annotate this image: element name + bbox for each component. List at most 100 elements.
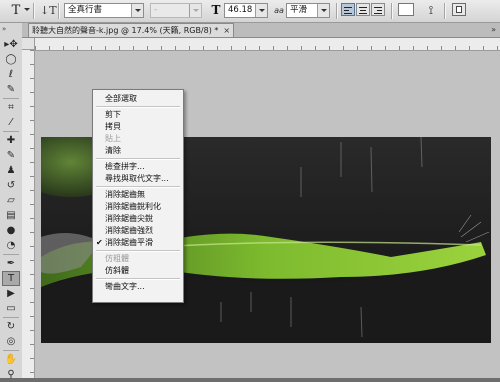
crop-tool-icon[interactable]: ⌗ (2, 100, 20, 115)
separator (33, 3, 35, 19)
document-tab[interactable]: 聆聽大自然的聲音-k.jpg @ 17.4% (天籟, RGB/8) * × (28, 23, 235, 37)
menu-item-label: 全部選取 (105, 94, 137, 103)
marquee-tool-icon[interactable]: ◯ (2, 52, 20, 67)
tab-overflow-icon[interactable]: » (491, 23, 496, 37)
type-tool-icon[interactable]: T (2, 271, 20, 286)
warp-text-icon[interactable]: ⟟ (423, 3, 439, 18)
quick-selection-tool-icon[interactable]: ✎ (2, 82, 20, 97)
menu-separator (96, 106, 180, 108)
menu-item[interactable]: 彎曲文字... (93, 281, 183, 292)
menu-item-label: 消除鋸齒平滑 (105, 238, 153, 247)
menu-item-label: 仿斜體 (105, 266, 129, 275)
lasso-tool-icon[interactable]: ℓ (2, 67, 20, 82)
menu-item-label: 貼上 (105, 134, 121, 143)
menu-item[interactable]: 仿斜體 (93, 265, 183, 276)
eraser-tool-icon[interactable]: ▱ (2, 193, 20, 208)
menu-item[interactable]: 仿粗體 (93, 253, 183, 264)
toolbox-grip[interactable]: » (2, 25, 20, 33)
dodge-tool-icon[interactable]: ◔ (2, 238, 20, 253)
separator (391, 3, 393, 19)
toolbox-separator (3, 131, 19, 132)
antialias-select[interactable]: 平滑 (286, 3, 330, 18)
healing-brush-tool-icon[interactable]: ✚ (2, 133, 20, 148)
toolbox: » ▸✥ ◯ ℓ ✎ ⌗ ⁄ ✚ ✎ ♟ ↺ ▱ ▤ ● ◔ ✒ T ▶ ▭ ↻ ◎ ✋ ⚲ (0, 23, 23, 380)
menu-separator (96, 278, 180, 280)
vertical-ruler[interactable] (22, 50, 35, 378)
menu-item-label: 仿粗體 (105, 254, 129, 263)
menu-separator (96, 186, 180, 188)
chevron-down-icon[interactable] (255, 4, 267, 17)
chevron-down-icon[interactable] (317, 4, 329, 17)
chevron-down-icon[interactable] (189, 4, 201, 17)
text-orientation-icon[interactable]: ↓T (40, 3, 57, 18)
gradient-tool-icon[interactable]: ▤ (2, 208, 20, 223)
menu-item-label: 消除鋸齒銳利化 (105, 202, 161, 211)
document-tab-bar: 聆聽大自然的聲音-k.jpg @ 17.4% (天籟, RGB/8) * × » (22, 23, 500, 38)
separator (58, 3, 60, 19)
menu-item-label: 消除鋸齒尖銳 (105, 214, 153, 223)
align-left-button[interactable] (341, 3, 355, 16)
menu-item-label: 尋找與取代文字... (105, 174, 169, 183)
menu-item[interactable]: 檢查拼字... (93, 161, 183, 172)
menu-item[interactable]: 剪下 (93, 109, 183, 120)
menu-item-label: 拷貝 (105, 122, 121, 131)
move-tool-icon[interactable]: ▸✥ (2, 37, 20, 52)
antialias-value: 平滑 (290, 5, 308, 15)
separator (336, 3, 338, 19)
eyedropper-tool-icon[interactable]: ⁄ (2, 115, 20, 130)
zoom-tool-icon[interactable]: ⚲ (2, 367, 20, 382)
menu-item[interactable]: 消除鋸齒強烈 (93, 225, 183, 236)
menu-item-label: 檢查拼字... (105, 162, 145, 171)
toolbox-separator (3, 98, 19, 99)
shape-tool-icon[interactable]: ▭ (2, 301, 20, 316)
menu-item[interactable]: 拷貝 (93, 121, 183, 132)
toolbox-separator (3, 317, 19, 318)
brush-tool-icon[interactable]: ✎ (2, 148, 20, 163)
menu-item-label: 消除鋸齒強烈 (105, 226, 153, 235)
menu-item[interactable]: 貼上 (93, 133, 183, 144)
text-color-swatch[interactable] (398, 3, 414, 16)
chevron-down-icon[interactable] (24, 8, 30, 11)
history-brush-tool-icon[interactable]: ↺ (2, 178, 20, 193)
menu-item[interactable]: 全部選取 (93, 93, 183, 104)
character-panel-icon[interactable] (452, 3, 466, 16)
ruler-origin[interactable] (22, 38, 35, 50)
antialias-icon: aa (274, 6, 284, 15)
font-size-select[interactable]: 46.18 點 (224, 3, 268, 18)
align-center-button[interactable] (356, 3, 370, 16)
menu-separator (96, 250, 180, 252)
options-bar: T ↓T 全真行書 - T 46.18 點 aa 平滑 ⟟ (0, 0, 500, 23)
clone-stamp-tool-icon[interactable]: ♟ (2, 163, 20, 178)
menu-item-label: 彎曲文字... (105, 282, 145, 291)
path-selection-tool-icon[interactable]: ▶ (2, 286, 20, 301)
separator (444, 3, 446, 19)
font-size-icon: T (211, 3, 221, 17)
close-icon[interactable]: × (223, 26, 230, 35)
context-menu: 全部選取剪下拷貝貼上清除檢查拼字... 尋找與取代文字... 消除鋸齒無消除鋸齒銳利… (92, 89, 184, 303)
menu-item[interactable]: 消除鋸齒尖銳 (93, 213, 183, 224)
hand-tool-icon[interactable]: ✋ (2, 352, 20, 367)
menu-item[interactable]: ✔ 消除鋸齒平滑 (93, 237, 183, 248)
type-tool-preset-icon[interactable]: T (6, 3, 26, 18)
checkmark-icon: ✔ (96, 238, 103, 247)
font-family-select[interactable]: 全真行書 (64, 3, 144, 18)
font-family-value: 全真行書 (68, 5, 103, 15)
horizontal-ruler[interactable] (35, 38, 500, 51)
menu-item[interactable]: 消除鋸齒無 (93, 189, 183, 200)
align-right-button[interactable] (371, 3, 385, 16)
menu-item[interactable]: 消除鋸齒銳利化 (93, 201, 183, 212)
3d-rotate-tool-icon[interactable]: ↻ (2, 319, 20, 334)
blur-tool-icon[interactable]: ● (2, 223, 20, 238)
chevron-down-icon[interactable] (131, 4, 143, 17)
menu-item-label: 清除 (105, 146, 121, 155)
3d-orbit-tool-icon[interactable]: ◎ (2, 334, 20, 349)
menu-item[interactable]: 清除 (93, 145, 183, 156)
menu-item-label: 消除鋸齒無 (105, 190, 145, 199)
pen-tool-icon[interactable]: ✒ (2, 256, 20, 271)
toolbox-separator (3, 350, 19, 351)
font-style-select[interactable]: - (150, 3, 202, 18)
font-style-value: - (154, 5, 158, 15)
menu-separator (96, 158, 180, 160)
menu-item-label: 剪下 (105, 110, 121, 119)
menu-item[interactable]: 尋找與取代文字... (93, 173, 183, 184)
